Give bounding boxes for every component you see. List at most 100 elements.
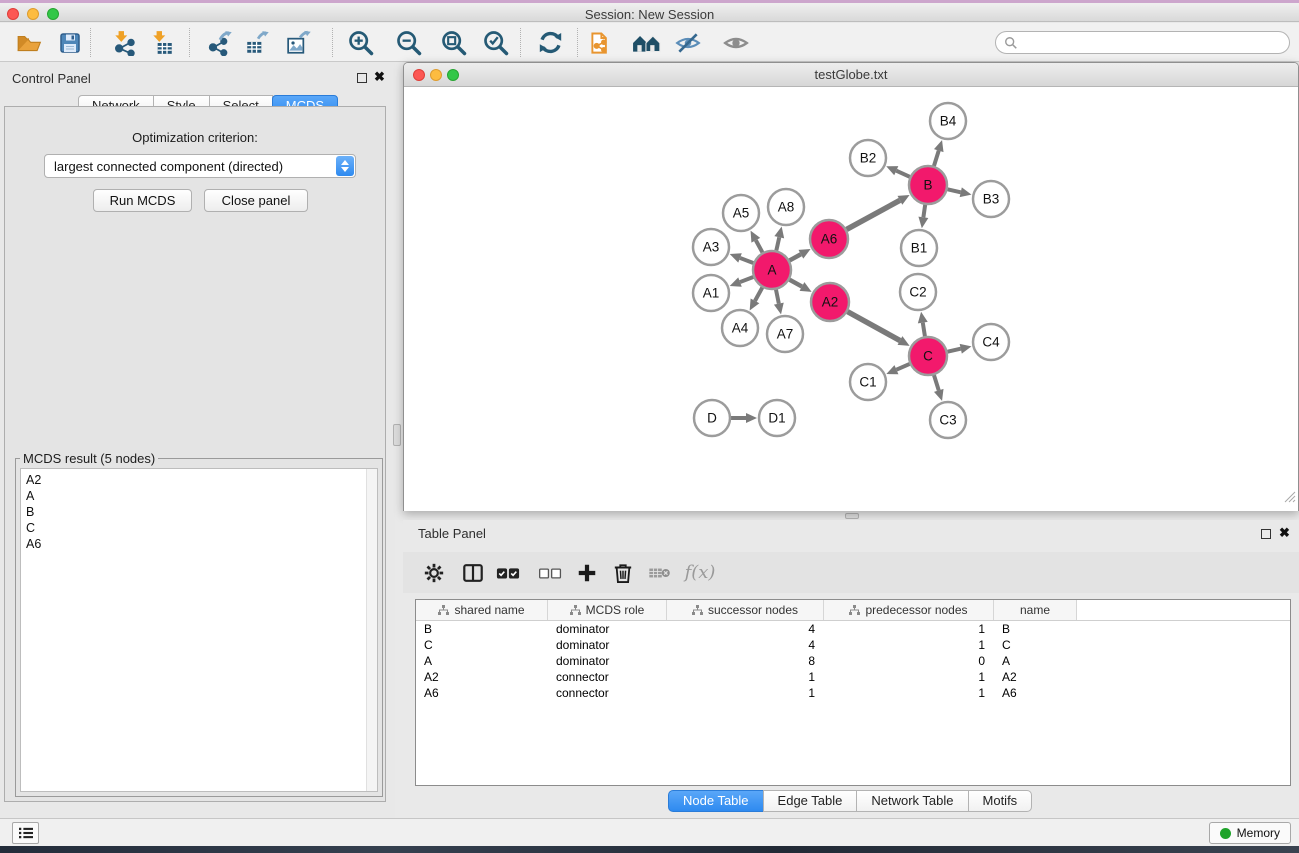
memory-status-icon <box>1220 828 1231 839</box>
graph-edge[interactable] <box>740 277 753 282</box>
mcds-result-item[interactable]: B <box>21 504 377 520</box>
graph-node-label: C2 <box>909 285 926 300</box>
table-toolbar: f(x) <box>403 552 1299 593</box>
graph-edge[interactable] <box>755 288 762 301</box>
show-details-eye-icon[interactable] <box>719 26 753 59</box>
graph-edge[interactable] <box>948 189 961 192</box>
graph-node-label: C4 <box>982 335 1000 350</box>
search-field[interactable] <box>995 31 1290 54</box>
select-all-columns-icon[interactable] <box>491 556 525 589</box>
new-network-file-icon[interactable] <box>585 26 619 59</box>
table-row[interactable]: Adominator80A <box>416 653 1290 669</box>
network-graph: B4B2BB3A8A5A6B1A3AC2A1A2A4A7C4CC1C3DD1 <box>404 88 1298 511</box>
memory-button[interactable]: Memory <box>1209 822 1291 844</box>
table-settings-gear-icon[interactable] <box>417 556 451 589</box>
column-header-name[interactable]: name <box>994 600 1077 620</box>
apply-layout-icon[interactable] <box>533 26 567 59</box>
shared-column-icon <box>692 605 703 616</box>
table-row[interactable]: Cdominator41C <box>416 637 1290 653</box>
table-row[interactable]: Bdominator41B <box>416 621 1290 637</box>
export-image-icon[interactable] <box>282 26 316 59</box>
graph-edge-arrowhead <box>934 140 944 152</box>
graph-edge-arrowhead <box>746 413 757 423</box>
save-session-icon[interactable] <box>53 26 87 59</box>
graph-edge[interactable] <box>896 364 909 370</box>
float-panel-icon[interactable] <box>357 73 367 83</box>
tab-node-table[interactable]: Node Table <box>668 790 764 812</box>
table-row[interactable]: A2connector11A2 <box>416 669 1290 685</box>
zoom-out-icon[interactable] <box>392 26 426 59</box>
float-panel-icon[interactable] <box>1261 529 1271 539</box>
table-cell: 1 <box>824 638 994 652</box>
mcds-result-item[interactable]: A2 <box>21 472 377 488</box>
table-panel-title: Table Panel <box>418 526 486 541</box>
graph-node-label: D1 <box>768 411 785 426</box>
close-panel-icon[interactable]: ✖ <box>1279 525 1290 541</box>
column-header-mcds-role[interactable]: MCDS role <box>548 600 667 620</box>
zoom-fit-icon[interactable] <box>437 26 471 59</box>
graph-edge[interactable] <box>756 240 763 252</box>
scrollbar-track[interactable] <box>366 469 377 791</box>
graph-edge[interactable] <box>934 375 939 390</box>
mcds-result-item[interactable]: C <box>21 520 377 536</box>
resize-grip-icon[interactable] <box>1283 490 1296 508</box>
split-divider-handle[interactable] <box>845 513 859 519</box>
run-mcds-button[interactable]: Run MCDS <box>93 189 192 212</box>
unselect-all-columns-icon[interactable] <box>533 556 567 589</box>
column-header-shared-name[interactable]: shared name <box>416 600 548 620</box>
task-history-button[interactable] <box>12 822 39 844</box>
graph-edge[interactable] <box>923 323 925 337</box>
graph-edge[interactable] <box>934 151 939 166</box>
graph-edge[interactable] <box>896 171 909 177</box>
split-table-icon[interactable] <box>456 556 490 589</box>
column-header-predecessor-nodes[interactable]: predecessor nodes <box>824 600 994 620</box>
search-input[interactable] <box>1023 36 1281 50</box>
toolbar-separator <box>577 28 578 57</box>
table-row[interactable]: A6connector11A6 <box>416 685 1290 701</box>
graph-edge-arrowhead <box>730 277 742 286</box>
zoom-in-icon[interactable] <box>344 26 378 59</box>
table-body: Bdominator41BCdominator41CAdominator80AA… <box>416 621 1290 701</box>
control-panel-title: Control Panel <box>12 71 91 86</box>
table-cell: C <box>416 638 548 652</box>
graph-edge[interactable] <box>740 258 753 263</box>
import-network-icon[interactable] <box>107 26 141 59</box>
split-divider-handle[interactable] <box>393 424 401 446</box>
open-session-icon[interactable] <box>12 26 46 59</box>
network-view-title: testGlobe.txt <box>404 63 1298 87</box>
import-table-icon[interactable] <box>145 26 179 59</box>
graph-edge[interactable] <box>790 280 802 287</box>
export-table-icon[interactable] <box>240 26 274 59</box>
graph-edge[interactable] <box>776 237 779 250</box>
home-networks-icon[interactable] <box>630 26 664 59</box>
mcds-result-item[interactable]: A6 <box>21 536 377 552</box>
graph-edge[interactable] <box>847 200 900 229</box>
graph-edge[interactable] <box>790 254 801 260</box>
graph-edge[interactable] <box>848 312 900 341</box>
graph-edge-arrowhead <box>730 253 742 262</box>
tab-edge-table[interactable]: Edge Table <box>763 790 858 812</box>
optimization-select[interactable]: largest connected component (directed) <box>44 154 356 178</box>
graph-edge-arrowhead <box>934 389 944 401</box>
mcds-result-list[interactable]: A2ABCA6 <box>20 468 378 792</box>
column-header-successor-nodes[interactable]: successor nodes <box>667 600 824 620</box>
table-cell: 1 <box>824 686 994 700</box>
zoom-selected-icon[interactable] <box>479 26 513 59</box>
export-network-icon[interactable] <box>203 26 237 59</box>
mcds-result-item[interactable]: A <box>21 488 377 504</box>
network-canvas[interactable]: B4B2BB3A8A5A6B1A3AC2A1A2A4A7C4CC1C3DD1 <box>404 88 1298 511</box>
network-window-titlebar[interactable]: testGlobe.txt <box>404 63 1298 87</box>
graph-node-label: A4 <box>732 321 749 336</box>
graph-edge[interactable] <box>923 205 925 218</box>
delete-column-trash-icon[interactable] <box>606 556 640 589</box>
search-icon <box>1004 36 1018 50</box>
hide-details-eye-icon[interactable] <box>671 26 705 59</box>
tab-network-table[interactable]: Network Table <box>856 790 968 812</box>
app-title: Session: New Session <box>0 6 1299 24</box>
graph-edge[interactable] <box>776 290 779 304</box>
tab-motifs[interactable]: Motifs <box>968 790 1033 812</box>
add-column-icon[interactable] <box>570 556 604 589</box>
graph-edge[interactable] <box>948 349 961 352</box>
close-panel-button[interactable]: Close panel <box>204 189 308 212</box>
close-panel-icon[interactable]: ✖ <box>374 69 385 85</box>
